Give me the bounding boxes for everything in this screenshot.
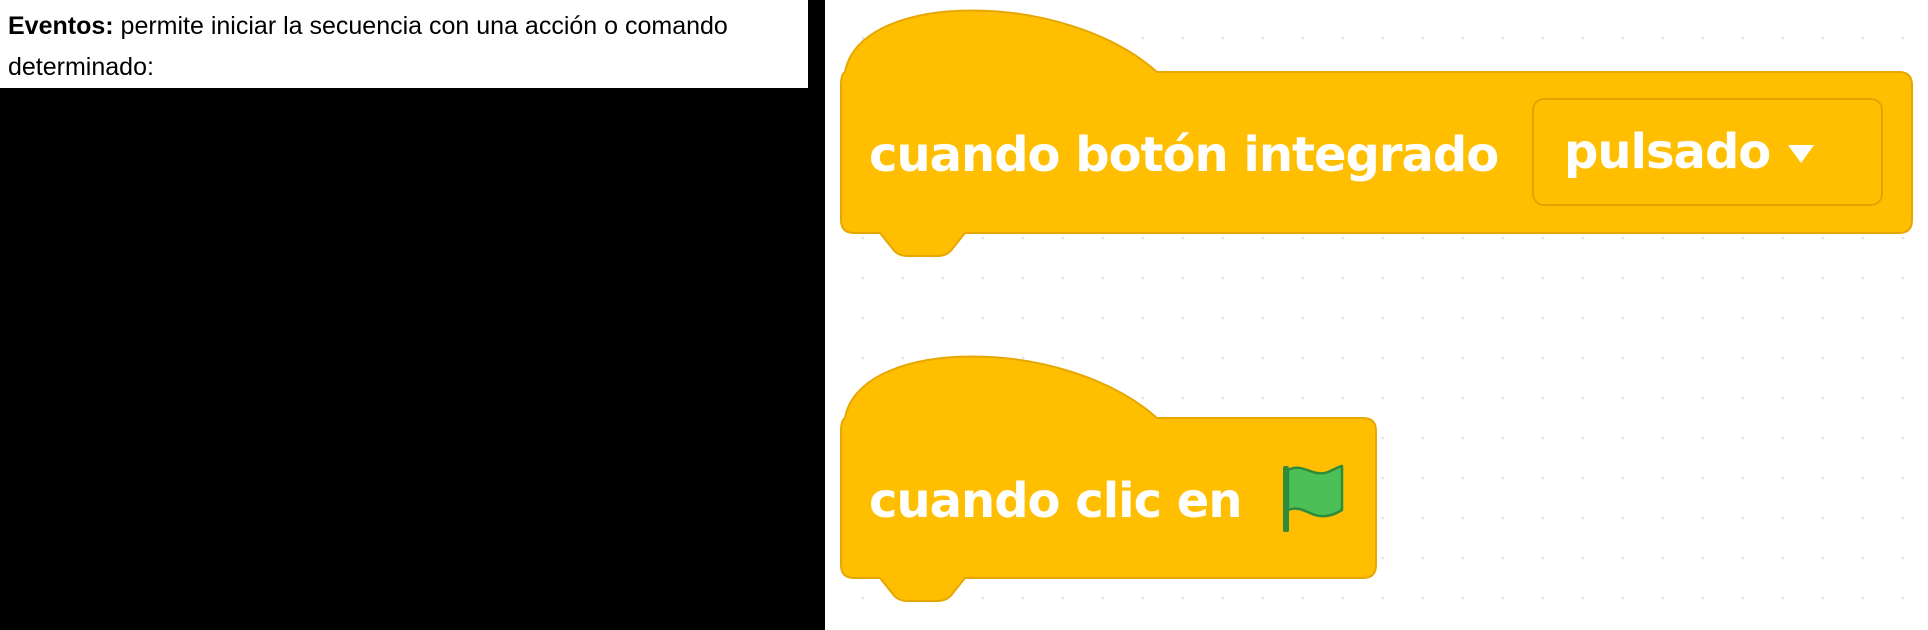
- description-text: permite iniciar la secuencia con una acc…: [113, 12, 728, 40]
- description-line-2: determinado:: [8, 53, 154, 81]
- black-area: [0, 88, 825, 630]
- description-panel: Eventos: permite iniciar la secuencia co…: [0, 0, 808, 88]
- event-hat-block-shape: [840, 355, 1377, 602]
- block-label: cuando clic en: [869, 473, 1242, 529]
- block-workspace: cuando botón integrado pulsado cuando cl…: [825, 0, 1928, 630]
- description-line-1: Eventos: permite iniciar la secuencia co…: [8, 6, 796, 47]
- description-title: Eventos:: [8, 12, 114, 40]
